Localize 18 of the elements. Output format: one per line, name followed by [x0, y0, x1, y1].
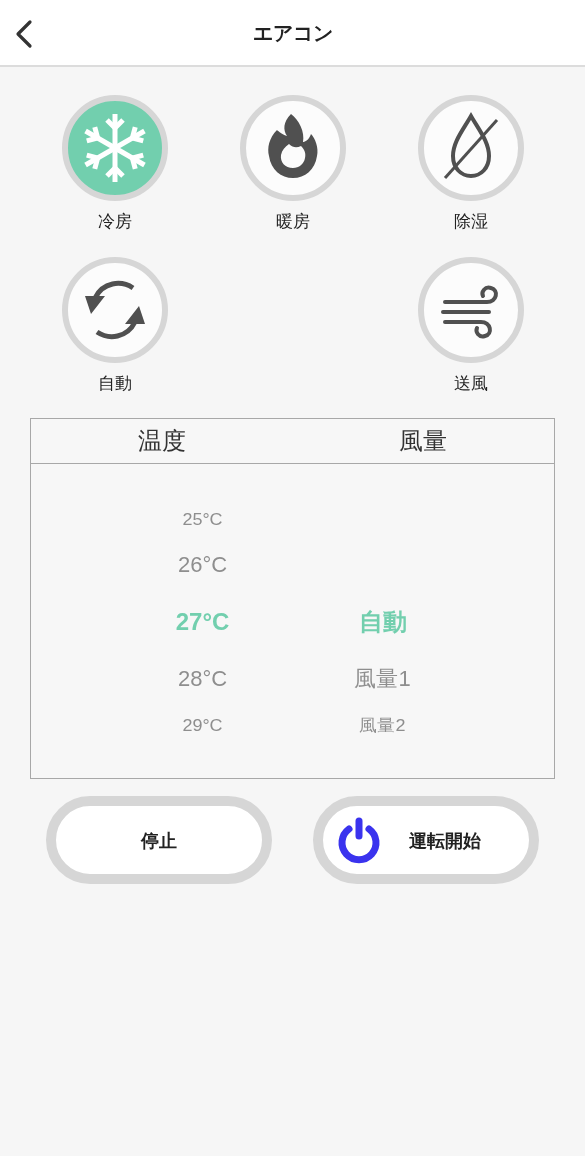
mode-label: 冷房 — [98, 210, 132, 233]
picker-option[interactable]: 風量2 — [359, 716, 406, 734]
column-header: 温度 — [136, 426, 187, 457]
mode-label: 送風 — [454, 371, 488, 395]
start-button[interactable]: 運転開始 — [313, 796, 539, 884]
picker-option[interactable]: 25°C — [182, 510, 223, 528]
mode-label: 自動 — [98, 371, 132, 395]
mode-label: 暖房 — [276, 210, 310, 233]
column-header: 風量 — [398, 426, 449, 457]
screen-title: エアコン — [252, 19, 333, 47]
picker-option[interactable]: 28°C — [177, 668, 228, 690]
picker-option[interactable]: 26°C — [177, 554, 228, 576]
stop-button[interactable]: 停止 — [46, 796, 272, 884]
picker-option[interactable]: 自動 — [358, 610, 407, 634]
mode-label: 除湿 — [454, 210, 488, 233]
picker-option[interactable]: 風量1 — [354, 668, 411, 690]
picker-option[interactable]: 29°C — [182, 716, 223, 734]
picker-option[interactable]: 27°C — [175, 610, 230, 634]
